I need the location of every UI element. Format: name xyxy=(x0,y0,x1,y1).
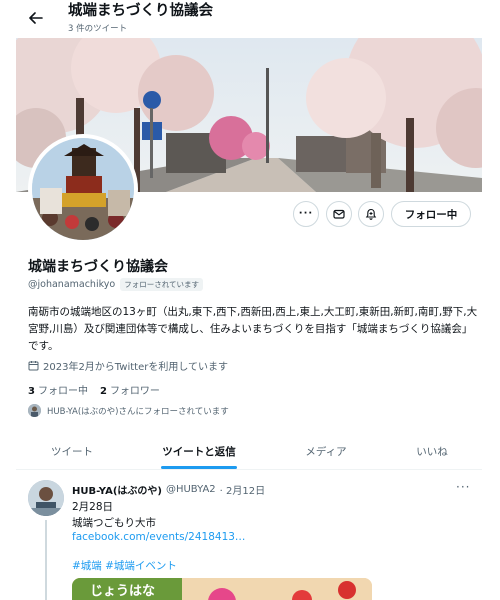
tab-tweets-and-replies[interactable]: ツイートと返信 xyxy=(128,432,270,470)
profile-tabs: ツイート ツイートと返信 メディア いいね xyxy=(16,432,482,470)
back-arrow-icon[interactable] xyxy=(22,4,50,32)
notification-bell-button[interactable] xyxy=(358,201,384,227)
profile-name: 城端まちづくり協議会 xyxy=(28,259,168,275)
profile-bio: 南砺市の城端地区の13ヶ町（出丸,東下,西下,西新田,西上,東上,大工町,東新田… xyxy=(28,306,478,352)
tab-media[interactable]: メディア xyxy=(270,432,382,470)
following-button[interactable]: フォロー中 xyxy=(391,201,471,227)
tweet-line-date: 2月28日 xyxy=(72,501,114,513)
tab-likes[interactable]: いいね xyxy=(382,432,482,470)
handle-row: @johanamachikyo フォローされています xyxy=(28,278,203,291)
followers-stat[interactable]: 2 フォロワー xyxy=(100,382,160,397)
following-label: フォロー中 xyxy=(37,386,88,397)
tweet-date[interactable]: · 2月12日 xyxy=(220,482,265,497)
following-stat[interactable]: 3 フォロー中 xyxy=(28,382,88,397)
media-text: じょうはな xyxy=(90,584,156,599)
active-tab-indicator xyxy=(161,466,237,469)
calendar-icon xyxy=(28,361,39,371)
tweet-author-handle[interactable]: @HUBYA2 xyxy=(166,484,216,495)
profile-avatar[interactable] xyxy=(28,134,138,244)
bell-plus-icon xyxy=(365,208,377,220)
follows-you-badge: フォローされています xyxy=(120,278,203,291)
followers-label: フォロワー xyxy=(109,386,160,397)
follow-stats: 3 フォロー中 2 フォロワー xyxy=(28,382,160,397)
tweet-link[interactable]: facebook.com/events/2418413… xyxy=(72,531,245,543)
join-date: 2023年2月からTwitterを利用しています xyxy=(28,358,228,373)
follower-avatar xyxy=(28,404,41,417)
tweet-media[interactable]: じょうはな xyxy=(72,578,372,600)
more-dots-icon: ··· xyxy=(298,208,314,219)
tweet-more-icon[interactable]: ··· xyxy=(456,480,470,494)
tab-tweets[interactable]: ツイート xyxy=(16,432,128,470)
tweet-author-avatar[interactable] xyxy=(28,480,64,516)
page-title: 城端まちづくり協議会 xyxy=(68,3,213,19)
more-options-button[interactable]: ··· xyxy=(293,201,319,227)
join-date-text: 2023年2月からTwitterを利用しています xyxy=(43,362,229,373)
thread-line xyxy=(45,520,47,600)
followed-by-row[interactable]: HUB-YA(はぶのや)さんにフォローされています xyxy=(28,404,229,417)
tweet-count: 3 件のツイート xyxy=(68,24,128,34)
tweet-header: HUB-YA(はぶのや) @HUBYA2 · 2月12日 xyxy=(72,482,265,497)
tweet-author-name[interactable]: HUB-YA(はぶのや) xyxy=(72,482,162,497)
following-count: 3 xyxy=(28,386,35,397)
tweet-hashtags[interactable]: #城端 #城端イベント xyxy=(72,558,177,573)
profile-handle: @johanamachikyo xyxy=(28,279,116,290)
envelope-icon xyxy=(333,209,345,219)
followers-count: 2 xyxy=(99,386,107,397)
top-bar: 城端まちづくり協議会 3 件のツイート xyxy=(0,0,500,38)
tweet-line-event: 城端つごもり大市 xyxy=(72,517,156,529)
message-button[interactable] xyxy=(326,201,352,227)
followed-by-text: HUB-YA(はぶのや)さんにフォローされています xyxy=(47,406,229,417)
